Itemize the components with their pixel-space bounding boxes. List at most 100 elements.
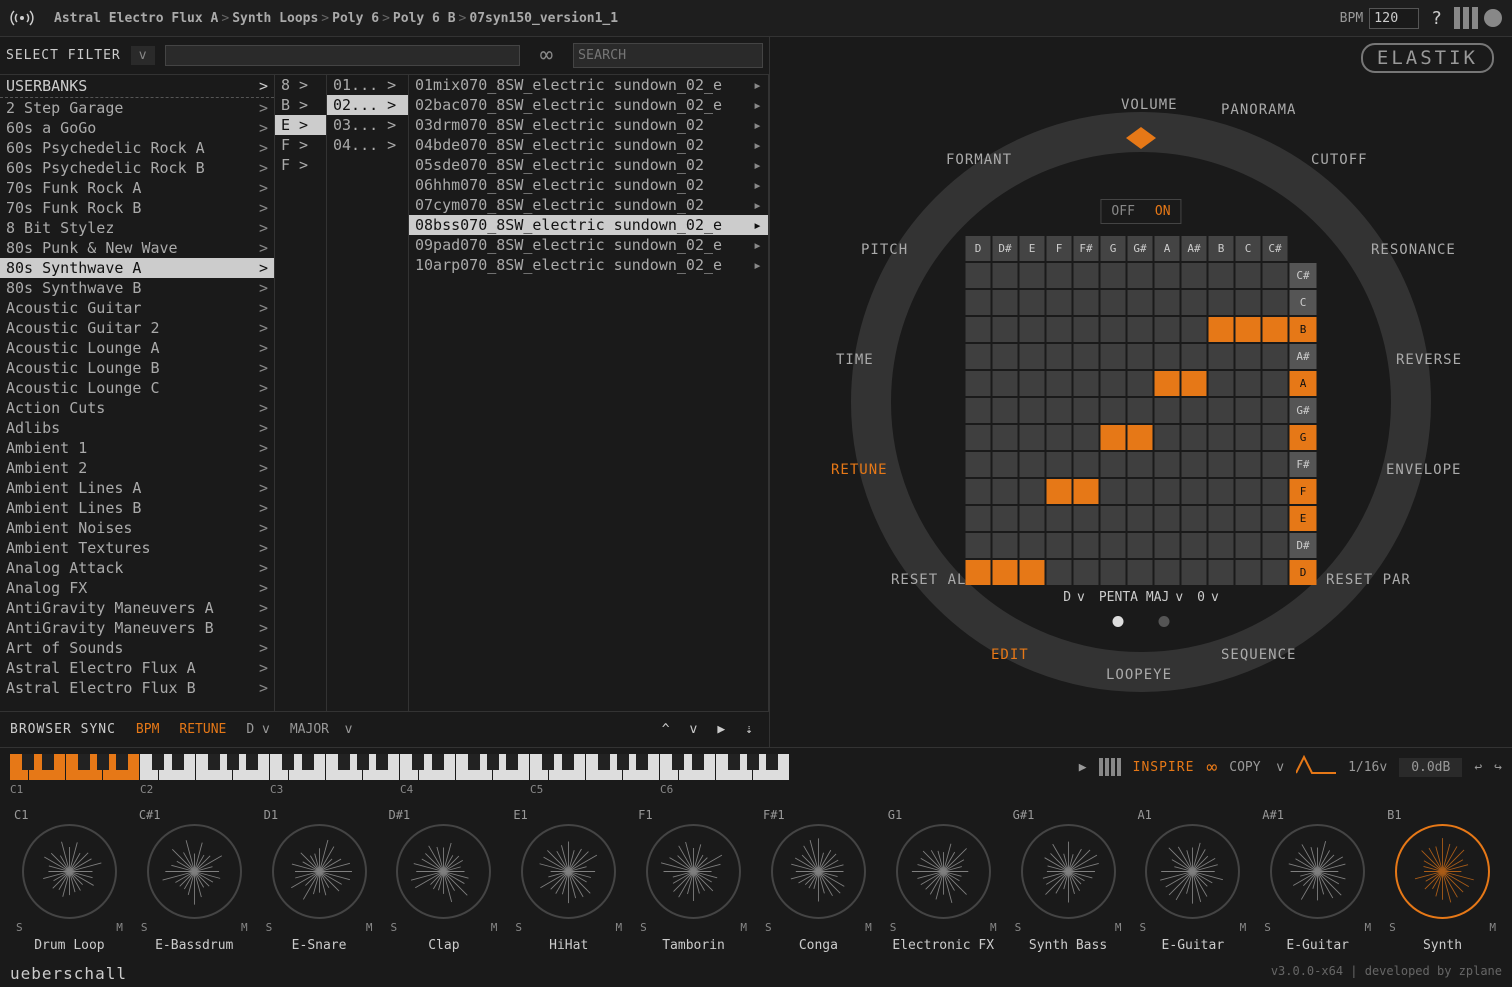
browser-row[interactable]: Acoustic Guitar>: [0, 298, 274, 318]
browser-row[interactable]: 02... >: [327, 95, 408, 115]
sample-slot[interactable]: F1 SM Tamborin: [634, 808, 753, 953]
browser-row[interactable]: Astral Electro Flux A>: [0, 658, 274, 678]
sample-slot[interactable]: F#1 SM Conga: [759, 808, 878, 953]
browser-row[interactable]: 8 Bit Stylez>: [0, 218, 274, 238]
browser-row[interactable]: Astral Electro Flux B>: [0, 678, 274, 698]
param-reset-all[interactable]: RESET ALL: [891, 572, 976, 588]
gain-value[interactable]: 0.0dB: [1399, 758, 1462, 777]
filter-dropdown[interactable]: v: [131, 46, 155, 65]
param-resonance[interactable]: RESONANCE: [1371, 242, 1456, 258]
browser-row[interactable]: Acoustic Guitar 2>: [0, 318, 274, 338]
envelope-icon[interactable]: [1296, 755, 1336, 779]
copy-button[interactable]: COPY v: [1229, 760, 1284, 775]
param-panorama[interactable]: PANORAMA: [1221, 102, 1296, 118]
browser-row[interactable]: Ambient 2>: [0, 458, 274, 478]
browser-row[interactable]: Adlibs>: [0, 418, 274, 438]
browser-row[interactable]: Art of Sounds>: [0, 638, 274, 658]
browser-row[interactable]: 60s Psychedelic Rock B>: [0, 158, 274, 178]
sample-slot[interactable]: B1 SM Synth: [1383, 808, 1502, 953]
browser-row[interactable]: 04... >: [327, 135, 408, 155]
sync-key[interactable]: D v: [246, 722, 269, 737]
param-edit[interactable]: EDIT: [991, 647, 1029, 663]
browser-row[interactable]: Ambient 1>: [0, 438, 274, 458]
filter-input[interactable]: [165, 45, 520, 66]
volume-indicator[interactable]: [1126, 127, 1156, 149]
sample-slot[interactable]: A1 SM E-Guitar: [1133, 808, 1252, 953]
broadcast-icon[interactable]: [10, 6, 34, 30]
browser-row[interactable]: 70s Funk Rock B>: [0, 198, 274, 218]
search-input[interactable]: [573, 43, 763, 68]
sync-bpm[interactable]: BPM: [136, 722, 159, 737]
browser-row[interactable]: 02bac070_8SW_electric sundown_02_e▸: [409, 95, 768, 115]
inspire-infinity-icon[interactable]: ∞: [1206, 757, 1217, 778]
browser-row[interactable]: Ambient Lines A>: [0, 478, 274, 498]
pads-icon[interactable]: [1099, 758, 1121, 776]
browser-row[interactable]: Ambient Noises>: [0, 518, 274, 538]
browser-row[interactable]: 80s Synthwave B>: [0, 278, 274, 298]
browser-row[interactable]: 10arp070_8SW_electric sundown_02_e▸: [409, 255, 768, 275]
browser-row[interactable]: E >: [275, 115, 326, 135]
sample-slot[interactable]: D1 SM E-Snare: [260, 808, 379, 953]
param-sequence[interactable]: SEQUENCE: [1221, 647, 1296, 663]
prev-button[interactable]: ^: [656, 720, 676, 739]
sync-retune[interactable]: RETUNE: [179, 722, 226, 737]
browser-row[interactable]: F >: [275, 135, 326, 155]
rate-select[interactable]: 1/16v: [1348, 760, 1387, 775]
browser-row[interactable]: 2 Step Garage>: [0, 98, 274, 118]
browser-row[interactable]: AntiGravity Maneuvers B>: [0, 618, 274, 638]
browser-row[interactable]: 80s Punk & New Wave>: [0, 238, 274, 258]
play-button[interactable]: ▶: [711, 720, 731, 739]
page-dots[interactable]: [1113, 616, 1170, 627]
bpm-input[interactable]: [1369, 8, 1419, 29]
browser-row[interactable]: 05sde070_8SW_electric sundown_02▸: [409, 155, 768, 175]
keyboard-octave-selector[interactable]: C1C2C3C4C5C6: [10, 754, 790, 780]
browser-row[interactable]: AntiGravity Maneuvers A>: [0, 598, 274, 618]
sample-slot[interactable]: G#1 SM Synth Bass: [1009, 808, 1128, 953]
browser-row[interactable]: 01... >: [327, 75, 408, 95]
retune-grid[interactable]: DD#EFF#GG#AA#BCC# C#CBA#AG#GF#FED#D: [965, 235, 1318, 586]
param-reverse[interactable]: REVERSE: [1396, 352, 1462, 368]
onoff-toggle[interactable]: OFF ON: [1100, 199, 1181, 224]
sample-slot[interactable]: C1 SM Drum Loop: [10, 808, 129, 953]
inspire-label[interactable]: INSPIRE: [1133, 760, 1195, 775]
param-envelope[interactable]: ENVELOPE: [1386, 462, 1461, 478]
browser-row[interactable]: 01mix070_8SW_electric sundown_02_e▸: [409, 75, 768, 95]
userbanks-header[interactable]: USERBANKS>: [0, 75, 274, 98]
browser-row[interactable]: 04bde070_8SW_electric sundown_02▸: [409, 135, 768, 155]
browser-row[interactable]: Acoustic Lounge C>: [0, 378, 274, 398]
browser-row[interactable]: B >: [275, 95, 326, 115]
sample-slot[interactable]: D#1 SM Clap: [384, 808, 503, 953]
redo-icon[interactable]: ↪: [1494, 760, 1502, 775]
browser-row[interactable]: Ambient Lines B>: [0, 498, 274, 518]
param-formant[interactable]: FORMANT: [946, 152, 1012, 168]
sample-slot[interactable]: E1 SM HiHat: [509, 808, 628, 953]
browser-row[interactable]: 80s Synthwave A>: [0, 258, 274, 278]
play-all-button[interactable]: ▶: [1079, 760, 1087, 775]
param-retune[interactable]: RETUNE: [831, 462, 888, 478]
breadcrumb[interactable]: Astral Electro Flux A>Synth Loops>Poly 6…: [54, 11, 1340, 26]
browser-row[interactable]: 07cym070_8SW_electric sundown_02▸: [409, 195, 768, 215]
browser-row[interactable]: 70s Funk Rock A>: [0, 178, 274, 198]
download-icon[interactable]: ⇣: [739, 720, 759, 739]
browser-row[interactable]: 60s Psychedelic Rock A>: [0, 138, 274, 158]
browser-row[interactable]: 03... >: [327, 115, 408, 135]
param-reset-par[interactable]: RESET PAR: [1326, 572, 1411, 588]
browser-row[interactable]: F >: [275, 155, 326, 175]
param-loopeye[interactable]: LOOPEYE: [1106, 667, 1172, 683]
browser-row[interactable]: Acoustic Lounge B>: [0, 358, 274, 378]
help-icon[interactable]: ?: [1431, 8, 1442, 29]
browser-row[interactable]: 60s a GoGo>: [0, 118, 274, 138]
sync-scale[interactable]: MAJOR v: [290, 722, 353, 737]
sample-slot[interactable]: G1 SM Electronic FX: [884, 808, 1003, 953]
sample-slot[interactable]: A#1 SM E-Guitar: [1258, 808, 1377, 953]
scale-selector[interactable]: Dv PENTA MAJv 0v: [1063, 590, 1219, 605]
browser-row[interactable]: 8 >: [275, 75, 326, 95]
browser-row[interactable]: 09pad070_8SW_electric sundown_02_e▸: [409, 235, 768, 255]
browser-row[interactable]: Ambient Textures>: [0, 538, 274, 558]
infinity-icon[interactable]: ∞: [540, 43, 553, 68]
browser-row[interactable]: Analog Attack>: [0, 558, 274, 578]
param-cutoff[interactable]: CUTOFF: [1311, 152, 1368, 168]
browser-row[interactable]: Analog FX>: [0, 578, 274, 598]
browser-row[interactable]: 03drm070_8SW_electric sundown_02▸: [409, 115, 768, 135]
browser-row[interactable]: 06hhm070_8SW_electric sundown_02▸: [409, 175, 768, 195]
